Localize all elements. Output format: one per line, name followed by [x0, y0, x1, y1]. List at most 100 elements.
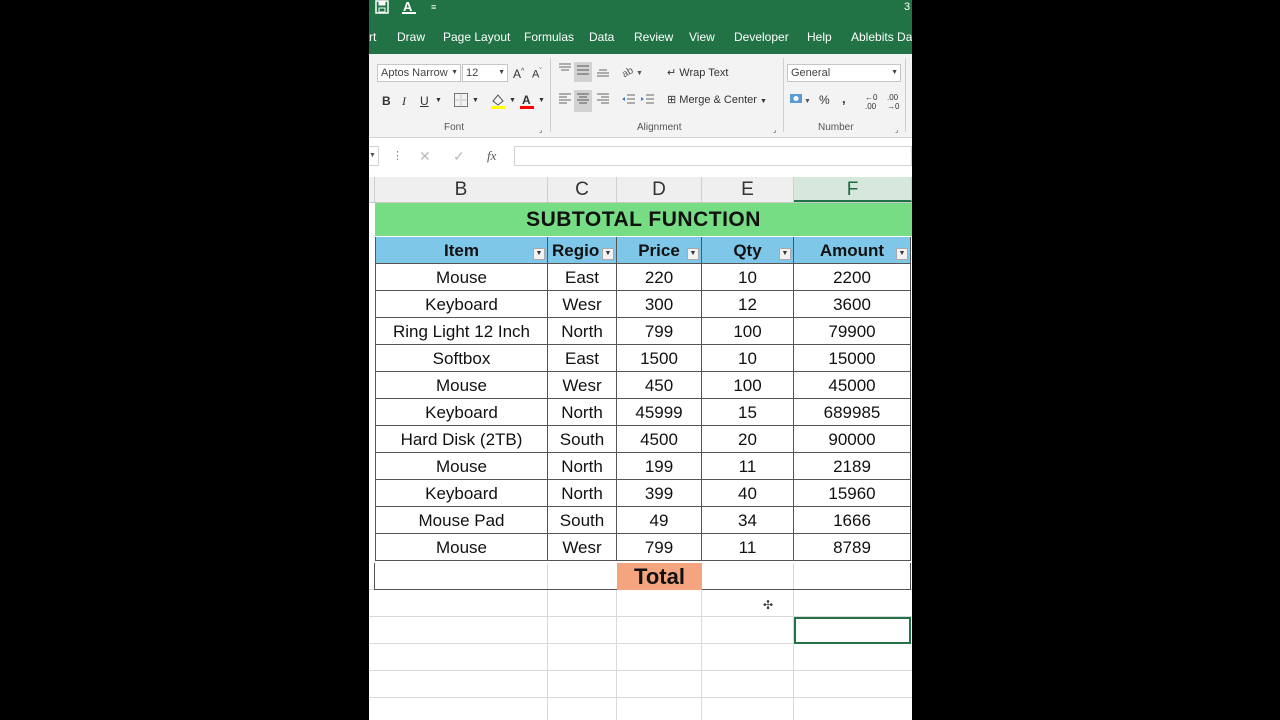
filter-dropdown-icon[interactable]: ▼	[602, 248, 614, 260]
cell-region[interactable]: Wesr	[548, 372, 617, 399]
cell-amount[interactable]: 689985	[794, 399, 911, 426]
cell-item[interactable]: Keyboard	[375, 480, 548, 507]
cell-region[interactable]: South	[548, 507, 617, 534]
cell-item[interactable]: Hard Disk (2TB)	[375, 426, 548, 453]
cell-region[interactable]: North	[548, 480, 617, 507]
header-price[interactable]: Price ▼	[617, 237, 702, 264]
cell-qty[interactable]: 10	[702, 345, 794, 372]
increase-indent-icon[interactable]	[640, 92, 656, 110]
tab-help[interactable]: Help	[807, 30, 832, 44]
cell-amount[interactable]: 2200	[794, 264, 911, 291]
cell-qty[interactable]: 100	[702, 372, 794, 399]
tab-developer[interactable]: Developer	[734, 30, 789, 44]
font-color-qat-icon[interactable]: A	[401, 0, 419, 14]
cell-region[interactable]: South	[548, 426, 617, 453]
tab-draw[interactable]: Draw	[397, 30, 425, 44]
cell-region[interactable]: North	[548, 453, 617, 480]
name-box-dropdown[interactable]: ▼	[369, 146, 379, 166]
cell-qty[interactable]: 20	[702, 426, 794, 453]
formula-bar-options-icon[interactable]: ⋮	[392, 149, 403, 162]
increase-font-size-icon[interactable]: A^	[513, 65, 524, 81]
cell-price[interactable]: 300	[617, 291, 702, 318]
cell-qty[interactable]: 40	[702, 480, 794, 507]
header-item[interactable]: Item ▼	[375, 237, 548, 264]
filter-dropdown-icon[interactable]: ▼	[533, 248, 545, 260]
cell-qty[interactable]: 100	[702, 318, 794, 345]
percent-style-button[interactable]: %	[819, 93, 830, 107]
cell-amount[interactable]: 8789	[794, 534, 911, 561]
align-center-icon[interactable]	[574, 90, 592, 112]
total-label-cell[interactable]: Total	[617, 563, 702, 590]
header-qty[interactable]: Qty ▼	[702, 237, 794, 264]
header-region[interactable]: Regio ▼	[548, 237, 617, 264]
cell-price[interactable]: 45999	[617, 399, 702, 426]
font-size-select[interactable]: 12 ▼	[462, 64, 508, 82]
chevron-down-icon[interactable]: ▼	[538, 94, 545, 108]
cell-amount[interactable]: 79900	[794, 318, 911, 345]
underline-button[interactable]: U	[420, 94, 429, 108]
accounting-format-icon[interactable]: ▼	[789, 92, 811, 110]
decrease-decimal-icon[interactable]: .00 →0	[887, 93, 899, 111]
cell-region[interactable]: East	[548, 345, 617, 372]
cell-qty[interactable]: 15	[702, 399, 794, 426]
chevron-down-icon[interactable]: ▼	[435, 94, 442, 108]
cell-qty[interactable]: 12	[702, 291, 794, 318]
increase-decimal-icon[interactable]: ←0.00	[865, 93, 877, 111]
column-header-e[interactable]: E	[702, 177, 794, 202]
merge-center-button[interactable]: ⊞ Merge & Center ▼	[667, 93, 767, 109]
align-top-icon[interactable]	[557, 62, 573, 80]
cell-item[interactable]: Mouse	[375, 372, 548, 399]
cell-item[interactable]: Mouse	[375, 534, 548, 561]
cell-price[interactable]: 799	[617, 534, 702, 561]
tab-view[interactable]: View	[689, 30, 715, 44]
tab-review[interactable]: Review	[634, 30, 673, 44]
decrease-font-size-icon[interactable]: Aˇ	[532, 65, 542, 82]
filter-dropdown-icon[interactable]: ▼	[779, 248, 791, 260]
cancel-icon[interactable]: ✕	[419, 148, 431, 165]
cell-qty[interactable]: 34	[702, 507, 794, 534]
cell-price[interactable]: 450	[617, 372, 702, 399]
column-header-f[interactable]: F	[794, 177, 912, 202]
cell-region[interactable]: East	[548, 264, 617, 291]
wrap-text-button[interactable]: ↵ Wrap Text	[667, 66, 728, 80]
selected-cell[interactable]	[794, 617, 911, 644]
orientation-icon[interactable]: ab ▼	[620, 64, 643, 82]
formula-input[interactable]	[514, 146, 912, 166]
tab-formulas[interactable]: Formulas	[524, 30, 574, 44]
font-color-icon[interactable]: A	[519, 92, 535, 114]
cell-amount[interactable]: 2189	[794, 453, 911, 480]
save-icon[interactable]	[375, 0, 389, 14]
cell-item[interactable]: Mouse	[375, 264, 548, 291]
align-left-icon[interactable]	[557, 92, 573, 110]
cell-qty[interactable]: 11	[702, 453, 794, 480]
cell-item[interactable]: Mouse	[375, 453, 548, 480]
dialog-launcher-icon[interactable]: ⌟	[539, 124, 542, 138]
column-header-c[interactable]: C	[548, 177, 617, 202]
tab-insert[interactable]: rt	[369, 30, 376, 44]
cell-amount[interactable]: 3600	[794, 291, 911, 318]
cell-price[interactable]: 399	[617, 480, 702, 507]
dialog-launcher-icon[interactable]: ⌟	[773, 124, 776, 138]
filter-dropdown-icon[interactable]: ▼	[687, 248, 699, 260]
column-header-d[interactable]: D	[617, 177, 702, 202]
align-right-icon[interactable]	[595, 92, 611, 110]
decrease-indent-icon[interactable]	[621, 92, 637, 110]
filter-dropdown-icon[interactable]: ▼	[896, 248, 908, 260]
cell-amount[interactable]: 1666	[794, 507, 911, 534]
cell-price[interactable]: 199	[617, 453, 702, 480]
cell-region[interactable]: Wesr	[548, 534, 617, 561]
cell-amount[interactable]: 15000	[794, 345, 911, 372]
sheet-title-banner[interactable]: SUBTOTAL FUNCTION	[375, 203, 912, 236]
enter-icon[interactable]: ✓	[453, 148, 465, 165]
tab-data[interactable]: Data	[589, 30, 614, 44]
cell-amount[interactable]: 15960	[794, 480, 911, 507]
customize-qat-icon[interactable]: ≡	[431, 0, 436, 14]
tab-page-layout[interactable]: Page Layout	[443, 30, 510, 44]
fill-color-icon[interactable]	[489, 92, 507, 114]
tab-ablebits-data[interactable]: Ablebits Dat	[851, 30, 912, 44]
cell-item[interactable]: Keyboard	[375, 291, 548, 318]
chevron-down-icon[interactable]: ▼	[472, 94, 479, 108]
font-name-select[interactable]: Aptos Narrow ▼	[377, 64, 461, 82]
cell-item[interactable]: Ring Light 12 Inch	[375, 318, 548, 345]
cell-qty[interactable]: 10	[702, 264, 794, 291]
